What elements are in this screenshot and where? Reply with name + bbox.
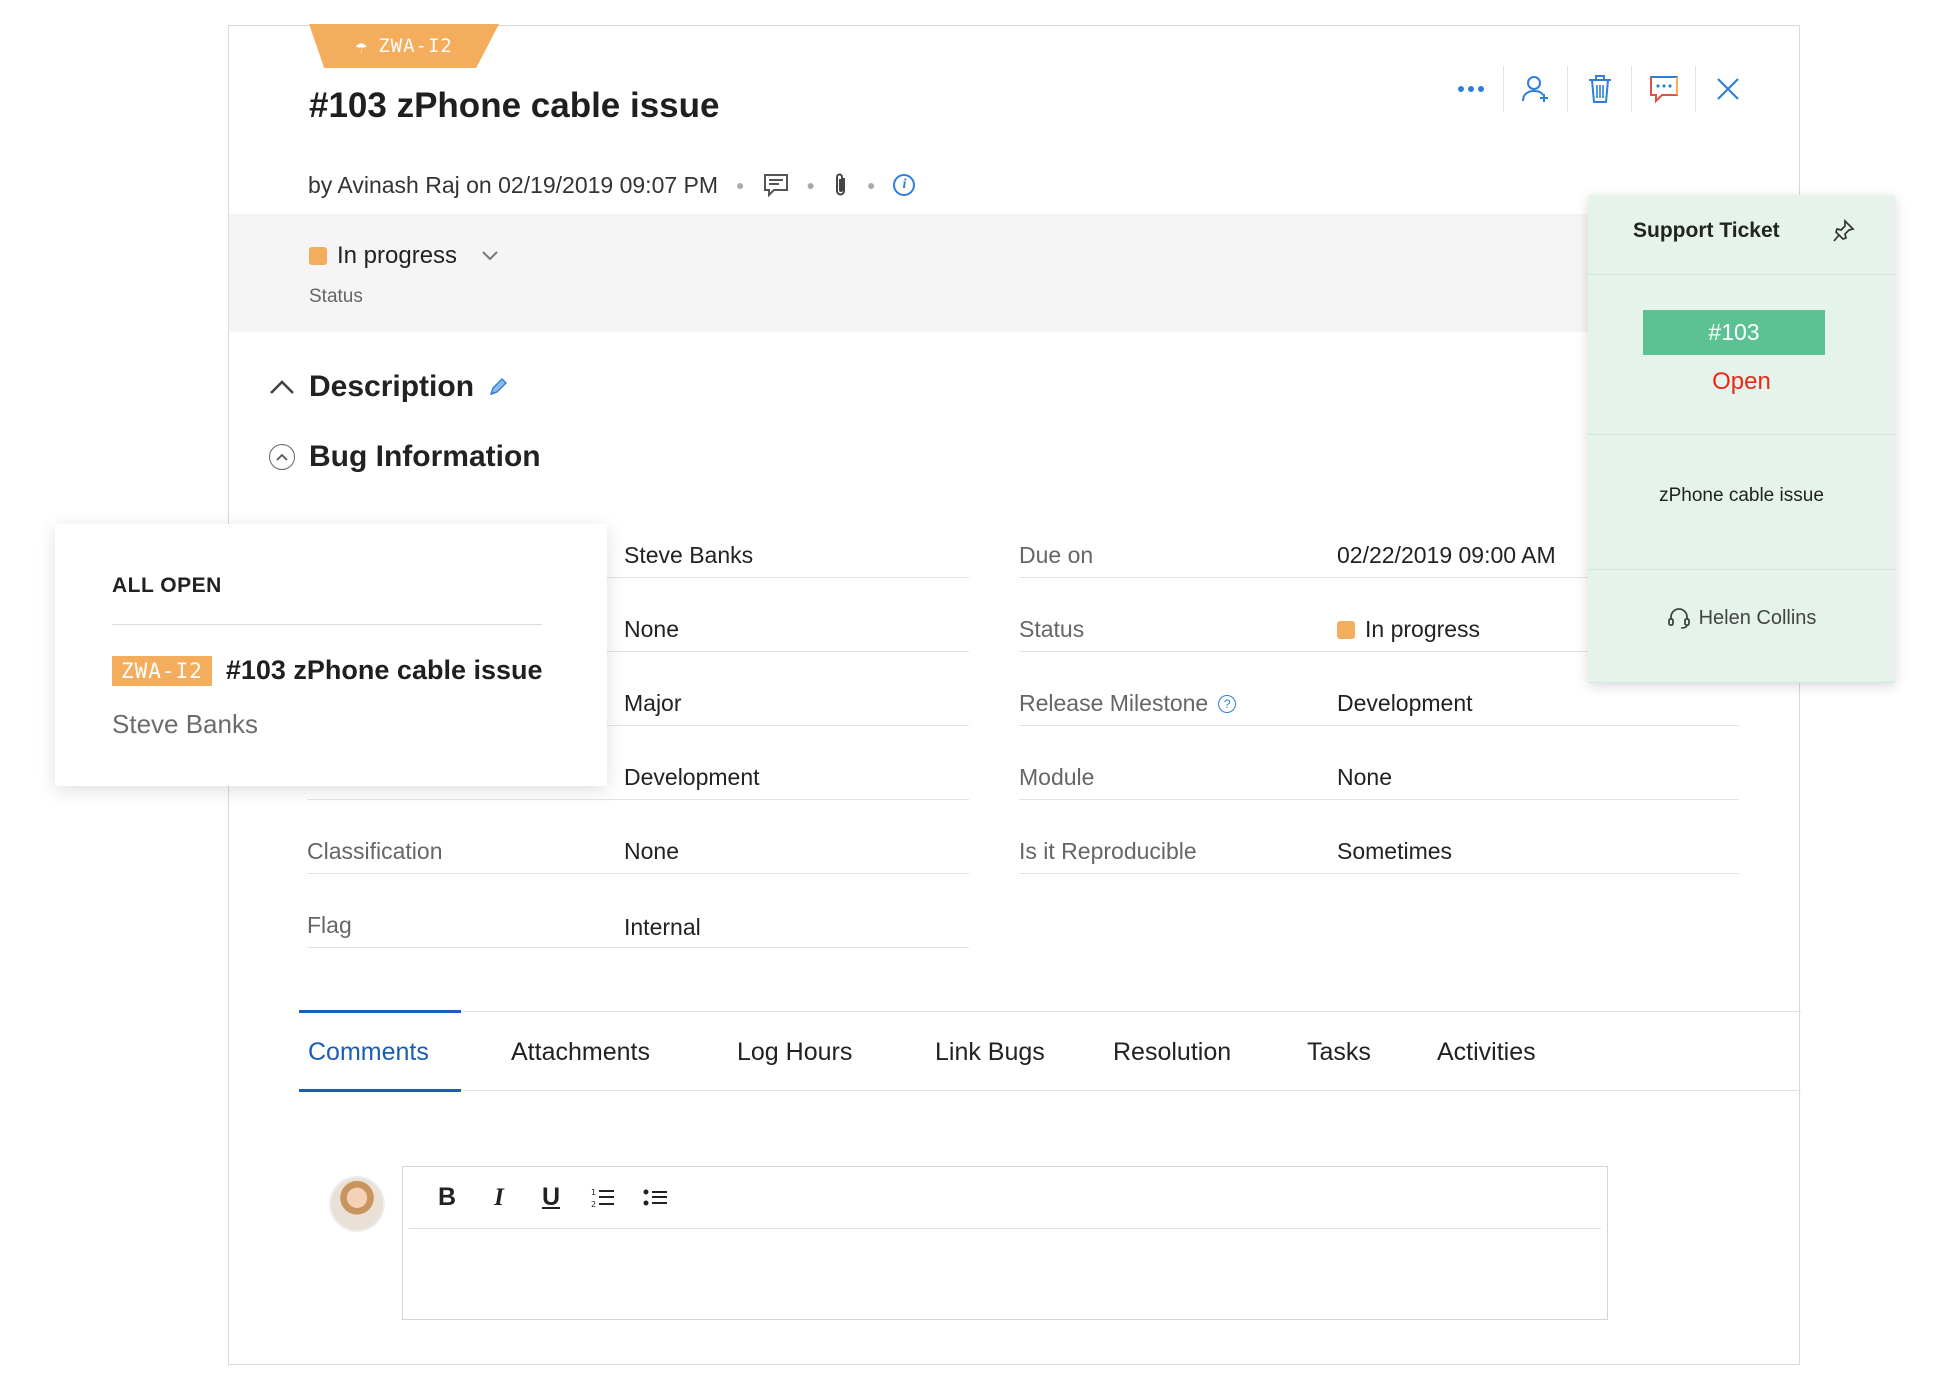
status-color-square (309, 247, 327, 265)
action-toolbar (1439, 66, 1759, 112)
field-value-severity[interactable]: Major (624, 690, 682, 717)
field-label-release-milestone-wrap: Release Milestone ? (1019, 690, 1237, 717)
divider (112, 624, 542, 625)
bug-title: #103 zPhone cable issue (309, 86, 720, 125)
field-row: Is it Reproducible Sometimes (1019, 832, 1739, 874)
bug-id-label: ZWA-I2 (378, 35, 453, 57)
field-value-flag[interactable]: Internal (624, 914, 701, 941)
status-color-square (1337, 620, 1355, 639)
field-value-classification[interactable]: None (624, 838, 679, 865)
separator-dot: ● (736, 177, 745, 193)
cliq-share-button[interactable] (1631, 66, 1695, 112)
field-value-reporter[interactable]: Steve Banks (624, 542, 753, 569)
active-tab-underline (299, 1089, 461, 1092)
field-label-release-milestone: Release Milestone (1019, 690, 1209, 716)
bulleted-list-icon[interactable] (639, 1182, 671, 1214)
bug-information-heading: Bug Information (309, 440, 541, 473)
all-open-popup: ALL OPEN ZWA-I2 #103 zPhone cable issue … (55, 524, 607, 786)
status-label: Status (309, 286, 363, 307)
bug-id-tag: ☂ ZWA-I2 (309, 24, 499, 68)
field-row: Flag Internal (307, 906, 969, 948)
italic-button[interactable]: I (483, 1182, 515, 1214)
tab-activities[interactable]: Activities (1437, 1012, 1536, 1092)
field-value[interactable]: None (624, 616, 679, 643)
comment-editor[interactable]: B I U 12 (402, 1166, 1608, 1320)
field-label-status: Status (1019, 616, 1085, 642)
support-ticket-heading: Support Ticket (1633, 219, 1780, 242)
support-ticket-agent-section: Helen Collins (1588, 570, 1895, 683)
description-heading: Description (309, 370, 475, 403)
field-label-due-on: Due on (1019, 542, 1094, 568)
popup-bug-tag: ZWA-I2 (112, 655, 212, 686)
delete-button[interactable] (1567, 66, 1631, 112)
tab-log-hours[interactable]: Log Hours (737, 1012, 852, 1092)
chevron-up-icon (270, 380, 294, 394)
attachment-icon[interactable] (833, 172, 849, 198)
field-value-status: In progress (1365, 616, 1481, 642)
close-button[interactable] (1695, 66, 1759, 112)
status-value: In progress (337, 242, 458, 269)
status-band: In progress Status (229, 214, 1799, 332)
editor-toolbar: B I U 12 (409, 1167, 1601, 1229)
numbered-list-icon[interactable]: 12 (587, 1182, 619, 1214)
comment-icon[interactable] (763, 173, 789, 197)
popup-heading: ALL OPEN (112, 574, 222, 597)
field-value-module[interactable]: None (1337, 764, 1392, 791)
info-icon[interactable]: i (893, 174, 916, 196)
bold-button[interactable]: B (431, 1182, 463, 1214)
edit-pencil-icon[interactable] (488, 377, 508, 397)
popup-bug-title: #103 zPhone cable issue (225, 655, 543, 685)
tab-resolution[interactable]: Resolution (1113, 1012, 1231, 1092)
byline-text: by Avinash Raj on 02/19/2019 09:07 PM (308, 171, 719, 198)
stage: ☂ ZWA-I2 #103 zPhone cable issue by Avin… (0, 0, 1949, 1384)
svg-text:1: 1 (591, 1188, 596, 1197)
more-options-button[interactable] (1439, 66, 1503, 112)
field-row: Release Milestone ? Development (1019, 684, 1739, 726)
field-status-value[interactable]: In progress (1337, 616, 1480, 643)
detail-tabs: Comments Attachments Log Hours Link Bugs… (299, 1010, 1801, 1092)
ticket-agent-name: Helen Collins (1698, 606, 1817, 629)
ticket-state: Open (1712, 368, 1771, 395)
underline-button[interactable]: U (535, 1182, 567, 1214)
tab-attachments[interactable]: Attachments (511, 1012, 650, 1092)
help-icon[interactable]: ? (1218, 694, 1237, 713)
field-value-release-milestone[interactable]: Development (1337, 690, 1473, 717)
add-follower-button[interactable] (1503, 66, 1567, 112)
field-value-due-on[interactable]: 02/22/2019 09:00 AM (1337, 542, 1556, 569)
tab-comments[interactable]: Comments (308, 1012, 429, 1092)
ticket-agent: Helen Collins (1588, 606, 1895, 630)
field-row: Classification None (307, 832, 969, 874)
bug-information-section-header[interactable]: Bug Information (269, 440, 541, 474)
pin-icon[interactable] (1833, 218, 1855, 248)
separator-dot: ● (866, 177, 876, 193)
tab-link-bugs[interactable]: Link Bugs (935, 1012, 1045, 1092)
ticket-subject: zPhone cable issue (1659, 485, 1824, 506)
description-section-header[interactable]: Description (269, 370, 508, 404)
bug-icon: ☂ (355, 34, 369, 58)
popup-bug-item[interactable]: ZWA-I2 #103 zPhone cable issue (112, 655, 543, 686)
chevron-down-icon (482, 251, 498, 261)
support-ticket-header: Support Ticket (1588, 195, 1895, 275)
separator-dot: ● (806, 177, 815, 193)
field-value[interactable]: Development (624, 764, 760, 791)
status-dropdown[interactable]: In progress (309, 242, 499, 270)
popup-assignee: Steve Banks (112, 709, 258, 739)
field-label-module: Module (1019, 764, 1095, 790)
support-ticket-id-section: #103 Open (1588, 275, 1895, 435)
headset-icon (1667, 608, 1690, 629)
collapse-circle-icon (269, 444, 295, 470)
tab-tasks[interactable]: Tasks (1307, 1012, 1371, 1092)
field-label-classification: Classification (307, 838, 443, 864)
field-label-flag: Flag (307, 912, 352, 938)
field-value-reproducible[interactable]: Sometimes (1337, 838, 1452, 865)
field-label-reproducible: Is it Reproducible (1019, 838, 1197, 864)
byline-row: by Avinash Raj on 02/19/2019 09:07 PM ● … (308, 165, 916, 205)
support-ticket-panel: Support Ticket #103 Open zPhone cable is… (1588, 195, 1895, 683)
field-row: Module None (1019, 758, 1739, 800)
avatar (329, 1176, 385, 1232)
comment-text-area[interactable] (403, 1229, 1607, 1317)
ticket-number-badge[interactable]: #103 (1643, 310, 1825, 355)
svg-text:2: 2 (591, 1200, 596, 1209)
support-ticket-subject-section: zPhone cable issue (1588, 435, 1895, 570)
